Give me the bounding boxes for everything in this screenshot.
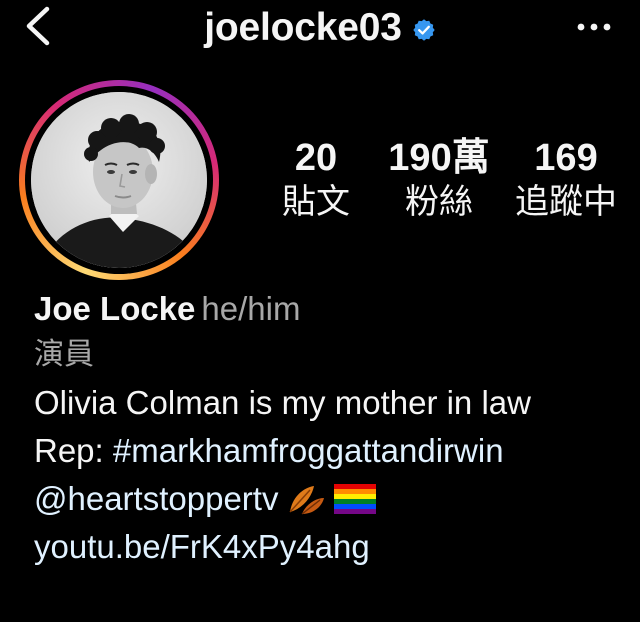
pronouns: he/him: [201, 290, 301, 327]
avatar: [31, 92, 207, 268]
display-name: Joe Locke: [34, 290, 196, 327]
following-stat[interactable]: 169 追蹤中: [504, 136, 628, 222]
more-options-icon: [577, 23, 611, 31]
profile-stats: 20 貼文 190萬 粉絲 169 追蹤中: [258, 136, 638, 236]
more-options-button[interactable]: [574, 12, 614, 42]
avatar-gap: [25, 86, 213, 274]
profile-header: joelocke03: [0, 0, 640, 60]
followers-count: 190萬: [388, 137, 490, 179]
posts-count: 20: [294, 137, 338, 179]
profile-bio: Joe Locke he/him 演員 Olivia Colman is my m…: [34, 285, 624, 571]
username-title: joelocke03: [0, 6, 640, 50]
rep-prefix: Rep:: [34, 432, 113, 469]
external-link-line: youtu.be/FrK4xPy4ahg: [34, 523, 624, 571]
following-count: 169: [534, 137, 598, 179]
followers-label: 粉絲: [405, 182, 473, 222]
rep-line: Rep: #markhamfroggattandirwin: [34, 427, 624, 475]
posts-stat[interactable]: 20 貼文: [266, 136, 366, 222]
fallen-leaves-emoji-icon: [289, 486, 325, 515]
mention-line: @heartstoppertv: [34, 475, 624, 523]
posts-label: 貼文: [282, 182, 350, 222]
name-line: Joe Locke he/him: [34, 285, 624, 331]
mention-link[interactable]: @heartstoppertv: [34, 480, 278, 517]
following-label: 追蹤中: [515, 182, 617, 222]
profile-photo: [31, 92, 207, 268]
category-label: 演員: [34, 337, 94, 372]
rep-hashtag-link[interactable]: #markhamfroggattandirwin: [113, 432, 504, 469]
bio-text: Olivia Colman is my mother in law: [34, 384, 531, 421]
story-ring[interactable]: [19, 80, 219, 280]
rainbow-flag-emoji-icon: [334, 484, 377, 514]
verified-badge-icon: [413, 19, 435, 41]
username: joelocke03: [204, 6, 402, 49]
followers-stat[interactable]: 190萬 粉絲: [374, 136, 504, 222]
external-link[interactable]: youtu.be/FrK4xPy4ahg: [34, 528, 370, 565]
